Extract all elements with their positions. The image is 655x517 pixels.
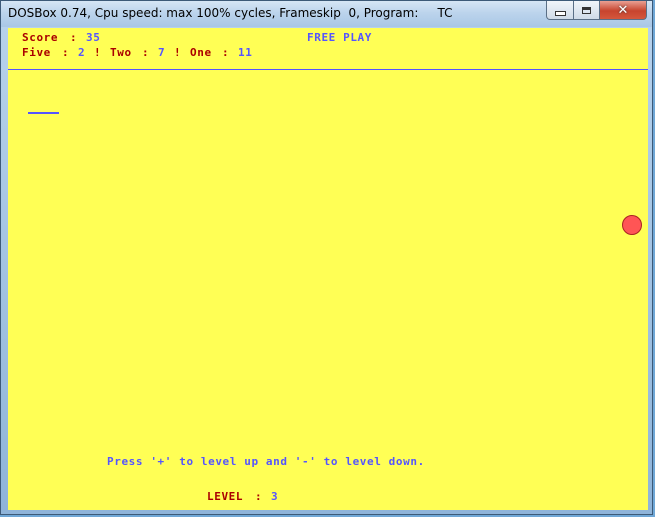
game-screen[interactable]: Score : 35 FREE PLAY Five : 2 ! Two : 7 … xyxy=(8,28,648,510)
two-value: 7 xyxy=(158,46,166,59)
dosbox-window: DOSBox 0.74, Cpu speed: max 100% cycles,… xyxy=(0,0,653,515)
five-colon: : xyxy=(62,46,70,59)
five-label: Five xyxy=(22,46,51,59)
one-label: One xyxy=(190,46,212,59)
five-value: 2 xyxy=(78,46,86,59)
level-colon: : xyxy=(255,490,263,503)
maximize-icon xyxy=(582,6,591,14)
minimize-button[interactable] xyxy=(546,1,574,20)
separator-2: ! xyxy=(174,46,182,59)
level-label: LEVEL xyxy=(207,490,244,503)
paddle xyxy=(28,112,59,114)
score-value: 35 xyxy=(86,31,101,44)
two-colon: : xyxy=(142,46,150,59)
window-title: DOSBox 0.74, Cpu speed: max 100% cycles,… xyxy=(8,6,453,20)
hud-panel: Score : 35 FREE PLAY Five : 2 ! Two : 7 … xyxy=(8,28,648,70)
ball xyxy=(622,215,642,235)
separator-1: ! xyxy=(94,46,102,59)
minimize-icon xyxy=(554,10,566,16)
level-hint: Press '+' to level up and '-' to level d… xyxy=(107,455,425,468)
score-label: Score xyxy=(22,31,59,44)
one-colon: : xyxy=(222,46,230,59)
score-colon: : xyxy=(70,31,78,44)
mode-label: FREE PLAY xyxy=(307,31,373,44)
two-label: Two xyxy=(110,46,132,59)
close-icon: ✕ xyxy=(617,2,629,18)
close-button[interactable]: ✕ xyxy=(600,1,647,20)
maximize-button[interactable] xyxy=(574,1,600,20)
title-bar[interactable]: DOSBox 0.74, Cpu speed: max 100% cycles,… xyxy=(1,1,652,27)
one-value: 11 xyxy=(238,46,253,59)
level-value: 3 xyxy=(271,490,279,503)
